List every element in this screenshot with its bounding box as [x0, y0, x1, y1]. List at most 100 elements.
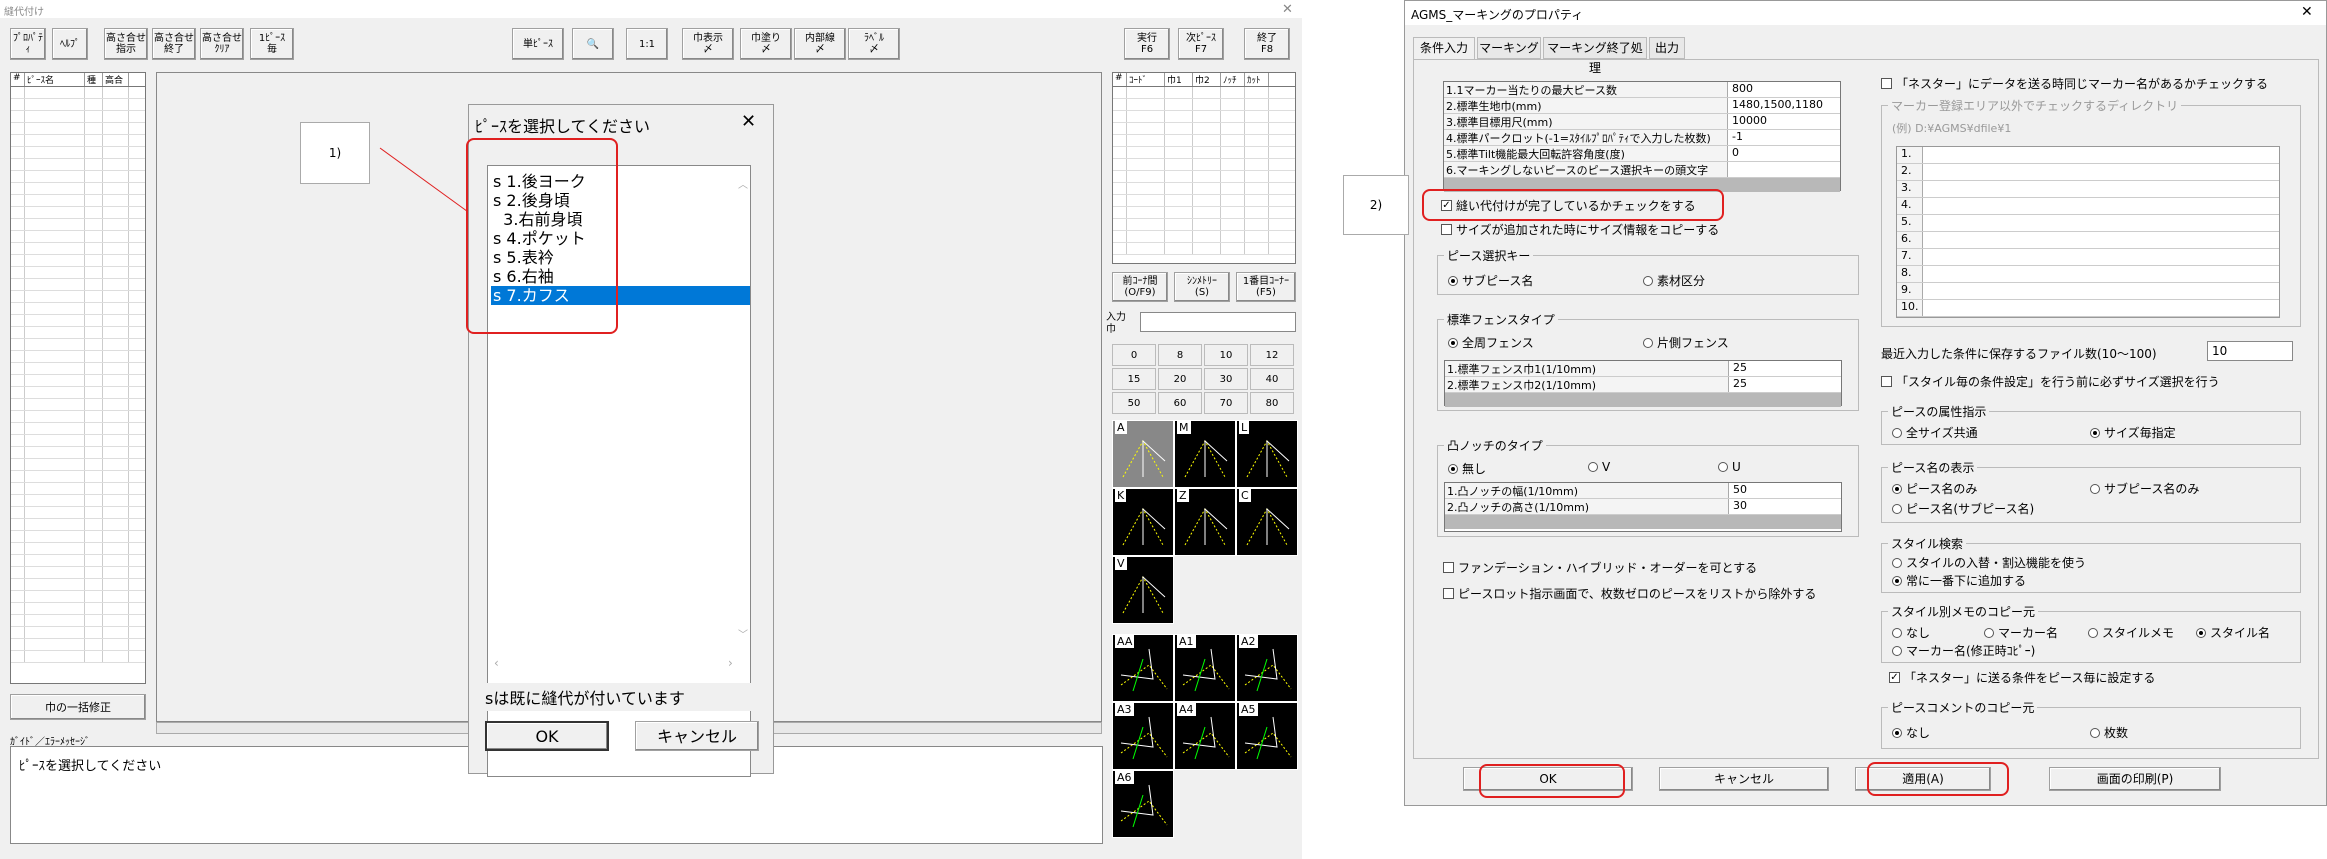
radio-icon[interactable] [1892, 557, 1902, 568]
directory-row[interactable]: 5. [1897, 215, 2279, 232]
corner-type-L[interactable]: L [1236, 420, 1298, 488]
copy-opt-marker-edit[interactable]: マーカー名(修正時ｺﾋﾟｰ) [1892, 642, 2035, 659]
one-to-one-button[interactable]: 1:1 [626, 28, 668, 60]
radio-icon[interactable] [1892, 645, 1902, 656]
bulk-width-edit-button[interactable]: 巾の一括修正 [10, 694, 146, 720]
table-row[interactable] [11, 423, 145, 435]
table-row[interactable] [11, 519, 145, 531]
comment-opt-count[interactable]: 枚数 [2090, 724, 2128, 741]
check-nester-piece-row[interactable]: ✓ 「ネスター」に送る条件をピース毎に設定する [1889, 669, 2155, 686]
piece-key-opt-sub[interactable]: サブピース名 [1448, 272, 1533, 289]
property-button[interactable]: ﾌﾟﾛﾊﾟﾃｨ [10, 28, 46, 60]
table-row[interactable] [11, 627, 145, 639]
param-value[interactable]: 0 [1728, 146, 1739, 161]
table-row[interactable] [1113, 183, 1295, 195]
scroll-right-icon[interactable]: › [728, 656, 733, 670]
radio-icon[interactable] [1892, 503, 1902, 514]
table-row[interactable] [11, 195, 145, 207]
tab-1[interactable]: マーキング [1477, 37, 1541, 59]
table-row[interactable] [11, 183, 145, 195]
param-value[interactable]: 1480,1500,1180 [1728, 98, 1823, 113]
table-row[interactable] [11, 279, 145, 291]
param-value[interactable]: 25 [1729, 361, 1747, 376]
corner-type-A1[interactable]: A1 [1174, 634, 1236, 702]
check-size-row[interactable]: サイズが追加された時にサイズ情報をコピーする [1441, 221, 1719, 238]
tab-0[interactable]: 条件入力 [1413, 37, 1475, 59]
table-row[interactable] [11, 483, 145, 495]
keypad-50[interactable]: 50 [1112, 392, 1156, 414]
directory-row[interactable]: 4. [1897, 198, 2279, 215]
table-row[interactable] [11, 591, 145, 603]
check-foundation-row[interactable]: ファンデーション・ハイブリッド・オーダーを可とする [1443, 559, 1757, 576]
table-row[interactable] [11, 471, 145, 483]
table-row[interactable] [11, 231, 145, 243]
param-row[interactable]: 4.標準パークロット(-1=ｽﾀｲﾙﾌﾟﾛﾊﾟﾃｨで入力した枚数) -1 [1444, 130, 1840, 146]
name-opt-both[interactable]: ピース名(サブピース名) [1892, 500, 2034, 517]
param-row[interactable]: 1.標準フェンス巾1(1/10mm) 25 [1445, 361, 1841, 377]
keypad-30[interactable]: 30 [1204, 368, 1248, 390]
table-row[interactable] [11, 567, 145, 579]
table-row[interactable] [11, 123, 145, 135]
table-row[interactable] [11, 255, 145, 267]
radio-icon[interactable] [1643, 275, 1653, 286]
table-row[interactable] [11, 99, 145, 111]
param-value[interactable]: 800 [1728, 82, 1753, 97]
keypad-40[interactable]: 40 [1250, 368, 1294, 390]
table-row[interactable] [11, 387, 145, 399]
keypad-8[interactable]: 8 [1158, 344, 1202, 366]
width-fill-button[interactable]: 巾塗り 〆 [740, 28, 792, 60]
param-value[interactable]: 25 [1729, 377, 1747, 392]
dialog-ok-button[interactable]: OK [485, 721, 609, 751]
table-row[interactable] [11, 87, 145, 99]
check-slot-row[interactable]: ピースロット指示画面で、枚数ゼロのピースをリストから除外する [1443, 585, 1816, 602]
per-piece-button[interactable]: 1ﾋﾟｰｽ 毎 [250, 28, 294, 60]
radio-icon[interactable] [1984, 627, 1994, 638]
table-row[interactable] [1113, 207, 1295, 219]
tab-3[interactable]: 出力 [1649, 37, 1685, 59]
corner-type-Z[interactable]: Z [1174, 488, 1236, 556]
table-row[interactable] [1113, 195, 1295, 207]
table-row[interactable] [11, 603, 145, 615]
directory-row[interactable]: 8. [1897, 266, 2279, 283]
table-row[interactable] [11, 531, 145, 543]
check-nester-box[interactable] [1881, 78, 1892, 89]
left-close-icon[interactable]: ✕ [1282, 2, 1293, 17]
table-row[interactable] [11, 459, 145, 471]
keypad-0[interactable]: 0 [1112, 344, 1156, 366]
radio-icon[interactable] [1448, 275, 1458, 286]
single-piece-button[interactable]: 単ﾋﾟｰｽ [512, 28, 564, 60]
check-style-size-row[interactable]: 「スタイル毎の条件設定」を行う前に必ずサイズ選択を行う [1881, 373, 2220, 390]
check-slot-box[interactable] [1443, 588, 1454, 599]
param-row[interactable]: 3.標準目標用尺(mm) 10000 [1444, 114, 1840, 130]
copy-opt-none[interactable]: なし [1892, 624, 1930, 641]
properties-close-icon[interactable]: ✕ [2301, 4, 2313, 20]
radio-icon[interactable] [1448, 337, 1458, 348]
attr-opt-common[interactable]: 全サイズ共通 [1892, 424, 1978, 441]
check-nester-row[interactable]: 「ネスター」にデータを送る時同じマーカー名があるかチェックする [1881, 75, 2268, 92]
corner-list[interactable]: # ｺｰﾄﾞ 巾1 巾2 ﾉｯﾁ ｶｯﾄ [1112, 72, 1296, 264]
check-foundation-box[interactable] [1443, 562, 1454, 573]
radio-icon[interactable] [1892, 627, 1902, 638]
radio-icon[interactable] [2088, 627, 2098, 638]
comment-opt-none[interactable]: なし [1892, 724, 1930, 741]
height-align-end-button[interactable]: 高さ合せ 終了 [152, 28, 196, 60]
param-row[interactable]: 6.マーキングしないピースのピース選択キーの頭文字 [1444, 162, 1840, 178]
table-row[interactable] [11, 579, 145, 591]
table-row[interactable] [11, 207, 145, 219]
run-button[interactable]: 実行 F6 [1124, 28, 1170, 60]
param-row[interactable]: 1.1マーカー当たりの最大ピース数 800 [1444, 82, 1840, 98]
recent-files-input[interactable]: 10 [2207, 341, 2293, 361]
table-row[interactable] [11, 543, 145, 555]
corner-type-AA[interactable]: AA [1112, 634, 1174, 702]
table-row[interactable] [1113, 111, 1295, 123]
copy-opt-style[interactable]: スタイル名 [2196, 624, 2270, 641]
notch-opt-none[interactable]: 無し [1448, 460, 1486, 477]
param-value[interactable]: -1 [1728, 130, 1743, 145]
table-row[interactable] [11, 555, 145, 567]
directory-row[interactable]: 3. [1897, 181, 2279, 198]
corner-type-M[interactable]: M [1174, 420, 1236, 488]
corner-type-A3[interactable]: A3 [1112, 702, 1174, 770]
param-table[interactable]: 1.1マーカー当たりの最大ピース数 800 2.標準生地巾(mm) 1480,1500… [1443, 81, 1841, 192]
table-row[interactable] [11, 615, 145, 627]
corner-type-A2[interactable]: A2 [1236, 634, 1298, 702]
